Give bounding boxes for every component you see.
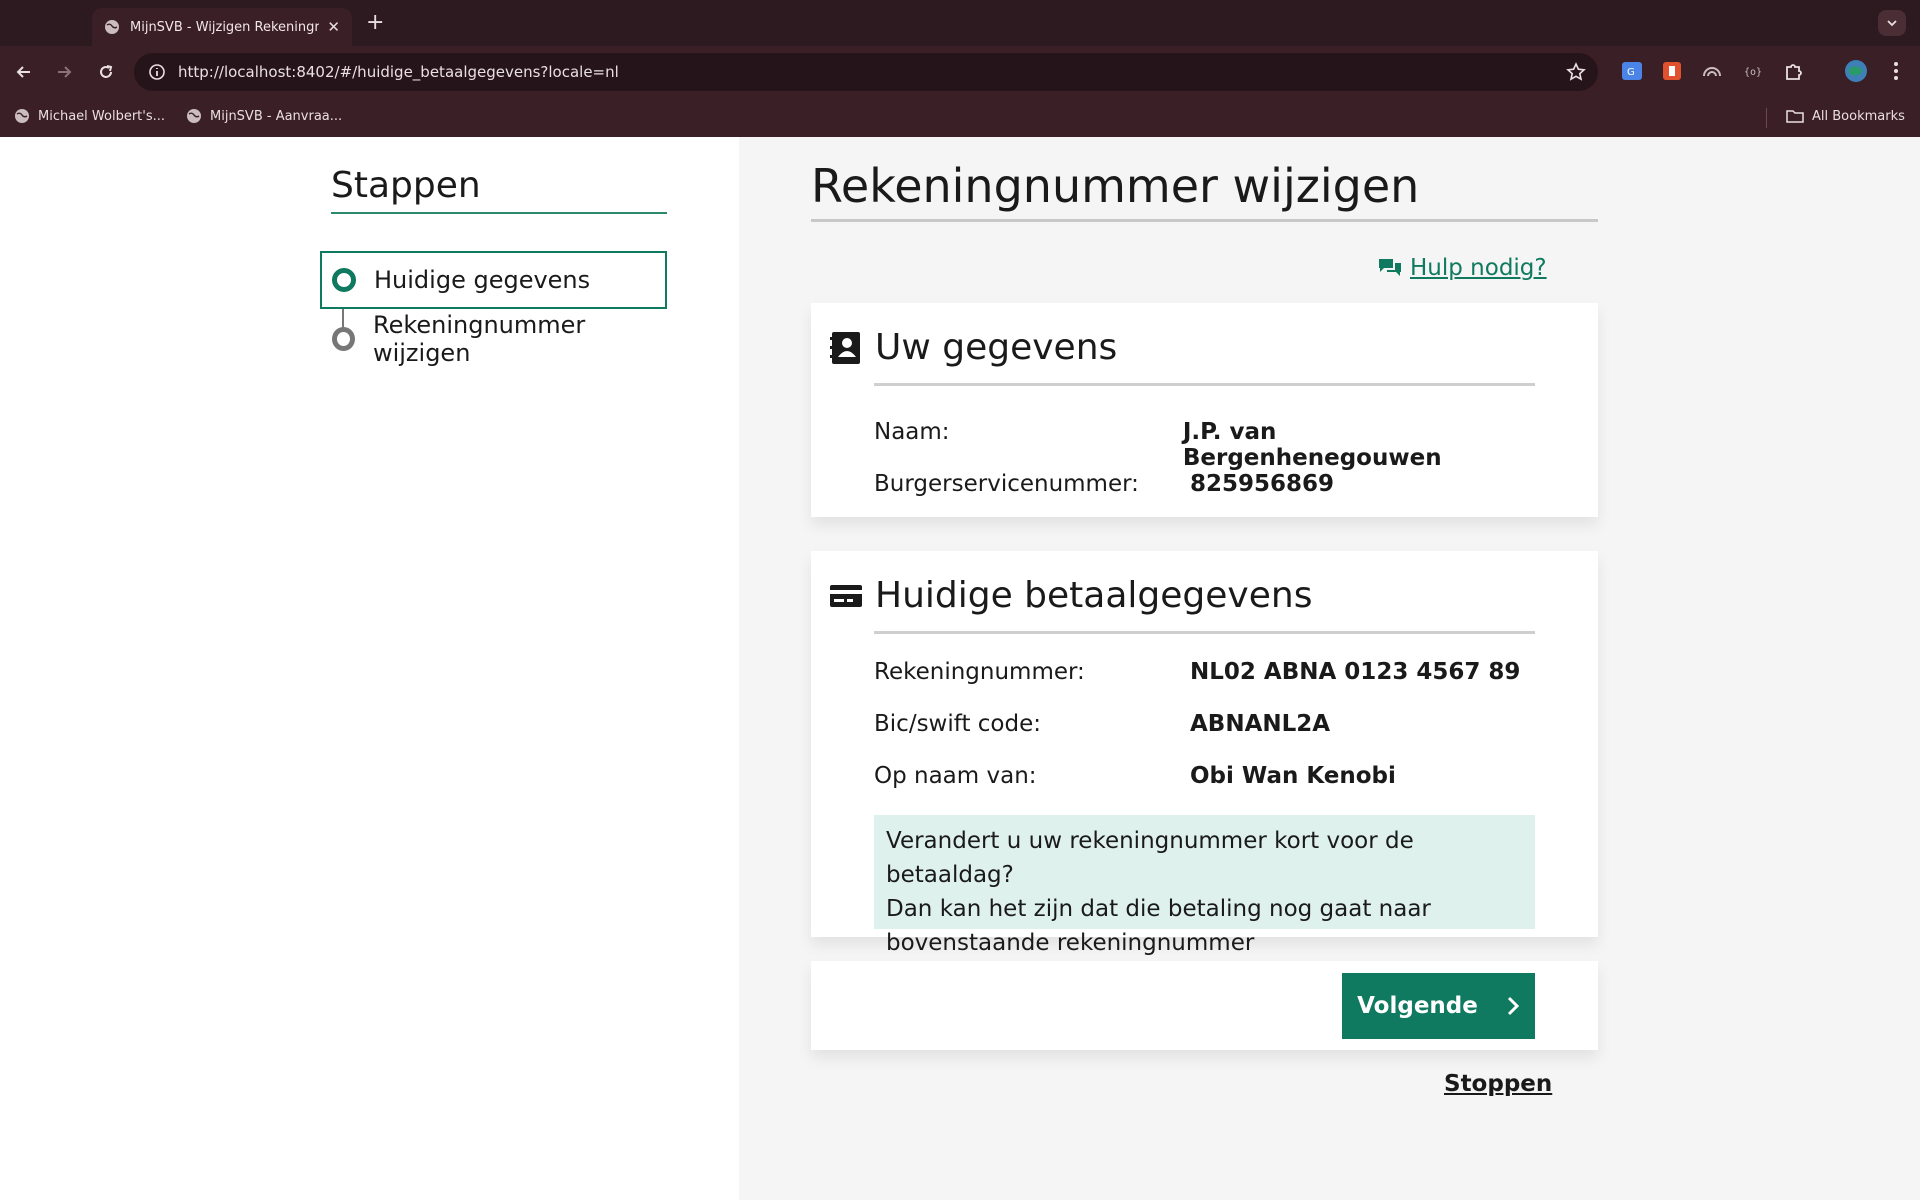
translate-icon: G bbox=[1622, 62, 1642, 80]
navigation-bar: http://localhost:8402/#/huidige_betaalge… bbox=[0, 46, 1920, 98]
browser-chrome: MijnSVB - Wijzigen Rekeningr ✕ + http://… bbox=[0, 0, 1920, 137]
profile-button[interactable] bbox=[1844, 59, 1868, 83]
notice-line: Verandert u uw rekeningnummer kort voor … bbox=[886, 828, 1414, 888]
tab-strip: MijnSVB - Wijzigen Rekeningr ✕ + bbox=[0, 0, 1920, 46]
bookmark-item[interactable]: MijnSVB - Aanvraa... bbox=[186, 108, 342, 124]
help-link[interactable]: Hulp nodig? bbox=[1378, 255, 1547, 281]
chevron-down-icon bbox=[1887, 20, 1897, 27]
step-pending-icon bbox=[332, 327, 355, 351]
close-tab-icon[interactable]: ✕ bbox=[327, 18, 340, 36]
actions-card: Volgende bbox=[811, 961, 1598, 1050]
puzzle-icon bbox=[1786, 64, 1802, 80]
chevron-right-icon bbox=[1507, 996, 1519, 1016]
detail-row: Bic/swift code: ABNANL2A bbox=[874, 711, 1535, 737]
detail-value: Obi Wan Kenobi bbox=[1190, 763, 1396, 789]
stop-link[interactable]: Stoppen bbox=[1444, 1071, 1552, 1097]
notice-line: bovenstaande rekeningnummer bbox=[886, 930, 1255, 956]
step-label: Huidige gegevens bbox=[374, 266, 591, 294]
tab-search-button[interactable] bbox=[1878, 10, 1906, 36]
tab-title: MijnSVB - Wijzigen Rekeningr bbox=[130, 19, 320, 35]
bookmark-star-icon[interactable] bbox=[1566, 62, 1586, 82]
notice-line: Dan kan het zijn dat die betaling nog ga… bbox=[886, 896, 1431, 922]
detail-label: Bic/swift code: bbox=[874, 711, 1041, 737]
detail-value: J.P. van Bergenhenegouwen bbox=[1182, 419, 1442, 471]
forward-button[interactable] bbox=[52, 60, 76, 84]
page-content: Stappen Huidige gegevens Rekeningnummer … bbox=[0, 137, 1920, 1200]
chat-bubbles-icon bbox=[1379, 259, 1401, 276]
bookmarks-divider bbox=[1766, 108, 1767, 128]
card-divider bbox=[874, 383, 1535, 386]
steps-heading: Stappen bbox=[331, 165, 667, 214]
reload-button[interactable] bbox=[94, 60, 118, 84]
svg-text:{o}: {o} bbox=[1744, 67, 1762, 78]
url-text[interactable]: http://localhost:8402/#/huidige_betaalge… bbox=[178, 63, 619, 81]
detail-row: Burgerservicenummer: 825956869 bbox=[874, 471, 1535, 497]
detail-row: Naam: J.P. van Bergenhenegouwen bbox=[874, 419, 1535, 471]
extensions-button[interactable] bbox=[1782, 59, 1806, 83]
detail-value: NL02 ABNA 0123 4567 89 bbox=[1190, 659, 1521, 685]
bookmark-label: MijnSVB - Aanvraa... bbox=[210, 108, 343, 124]
step-change-account[interactable]: Rekeningnummer wijzigen bbox=[320, 310, 667, 368]
code-braces-icon: {o} bbox=[1744, 67, 1762, 78]
contact-book-icon bbox=[830, 331, 860, 364]
address-bar[interactable]: http://localhost:8402/#/huidige_betaalge… bbox=[134, 53, 1598, 91]
detail-label: Burgerservicenummer: bbox=[874, 471, 1139, 497]
avatar-icon bbox=[1845, 60, 1867, 82]
card-title: Huidige betaalgegevens bbox=[875, 575, 1313, 616]
detail-label: Rekeningnummer: bbox=[874, 659, 1085, 685]
all-bookmarks-label: All Bookmarks bbox=[1812, 108, 1905, 124]
card-divider bbox=[874, 631, 1535, 634]
page-title: Rekeningnummer wijzigen bbox=[811, 159, 1598, 222]
globe-icon bbox=[15, 109, 29, 123]
arrow-right-icon bbox=[58, 66, 72, 78]
rainbow-extension-button[interactable] bbox=[1700, 59, 1724, 83]
card-title: Uw gegevens bbox=[875, 327, 1118, 368]
globe-icon bbox=[187, 109, 201, 123]
translate-extension-button[interactable]: G bbox=[1620, 59, 1644, 83]
card-header: Huidige betaalgegevens bbox=[829, 575, 1312, 616]
detail-row: Op naam van: Obi Wan Kenobi bbox=[874, 763, 1535, 789]
reload-icon bbox=[100, 65, 113, 78]
next-button-label: Volgende bbox=[1357, 993, 1478, 1019]
credit-card-icon bbox=[830, 584, 862, 607]
bookmark-item[interactable]: Michael Wolbert's... bbox=[14, 108, 165, 124]
kebab-menu-icon bbox=[1894, 62, 1898, 80]
detail-row: Rekeningnummer: NL02 ABNA 0123 4567 89 bbox=[874, 659, 1535, 685]
detail-label: Op naam van: bbox=[874, 763, 1037, 789]
payment-details-card: Huidige betaalgegevens Rekeningnummer: N… bbox=[811, 551, 1598, 956]
help-link-label: Hulp nodig? bbox=[1410, 255, 1547, 281]
detail-value: ABNANL2A bbox=[1190, 711, 1331, 737]
back-button[interactable] bbox=[12, 60, 36, 84]
step-active-icon bbox=[332, 268, 356, 292]
detail-label: Naam: bbox=[874, 419, 950, 445]
detail-value: 825956869 bbox=[1190, 471, 1335, 497]
devtools-extension-button[interactable]: {o} bbox=[1740, 59, 1764, 83]
globe-icon bbox=[105, 20, 119, 34]
office-extension-button[interactable] bbox=[1660, 59, 1684, 83]
personal-details-card: Uw gegevens Naam: J.P. van Bergenhenegou… bbox=[811, 303, 1598, 517]
arc-icon bbox=[1703, 67, 1721, 77]
step-current-details[interactable]: Huidige gegevens bbox=[320, 251, 667, 309]
bookmarks-bar: Michael Wolbert's... MijnSVB - Aanvraa..… bbox=[0, 98, 1920, 137]
next-button[interactable]: Volgende bbox=[1342, 973, 1535, 1039]
new-tab-button[interactable]: + bbox=[366, 10, 384, 36]
all-bookmarks-button[interactable]: All Bookmarks bbox=[1786, 108, 1905, 124]
svg-text:G: G bbox=[1627, 67, 1635, 78]
browser-tab[interactable]: MijnSVB - Wijzigen Rekeningr ✕ bbox=[92, 8, 352, 46]
arrow-left-icon bbox=[16, 66, 30, 78]
folder-icon bbox=[1786, 110, 1804, 123]
step-label: Rekeningnummer wijzigen bbox=[372, 311, 586, 367]
card-header: Uw gegevens bbox=[829, 327, 1117, 368]
bookmark-label: Michael Wolbert's... bbox=[38, 108, 166, 124]
menu-button[interactable] bbox=[1884, 59, 1908, 83]
office-icon bbox=[1663, 62, 1681, 80]
site-info-icon[interactable] bbox=[148, 63, 166, 81]
notice-box: Verandert u uw rekeningnummer kort voor … bbox=[874, 815, 1535, 956]
